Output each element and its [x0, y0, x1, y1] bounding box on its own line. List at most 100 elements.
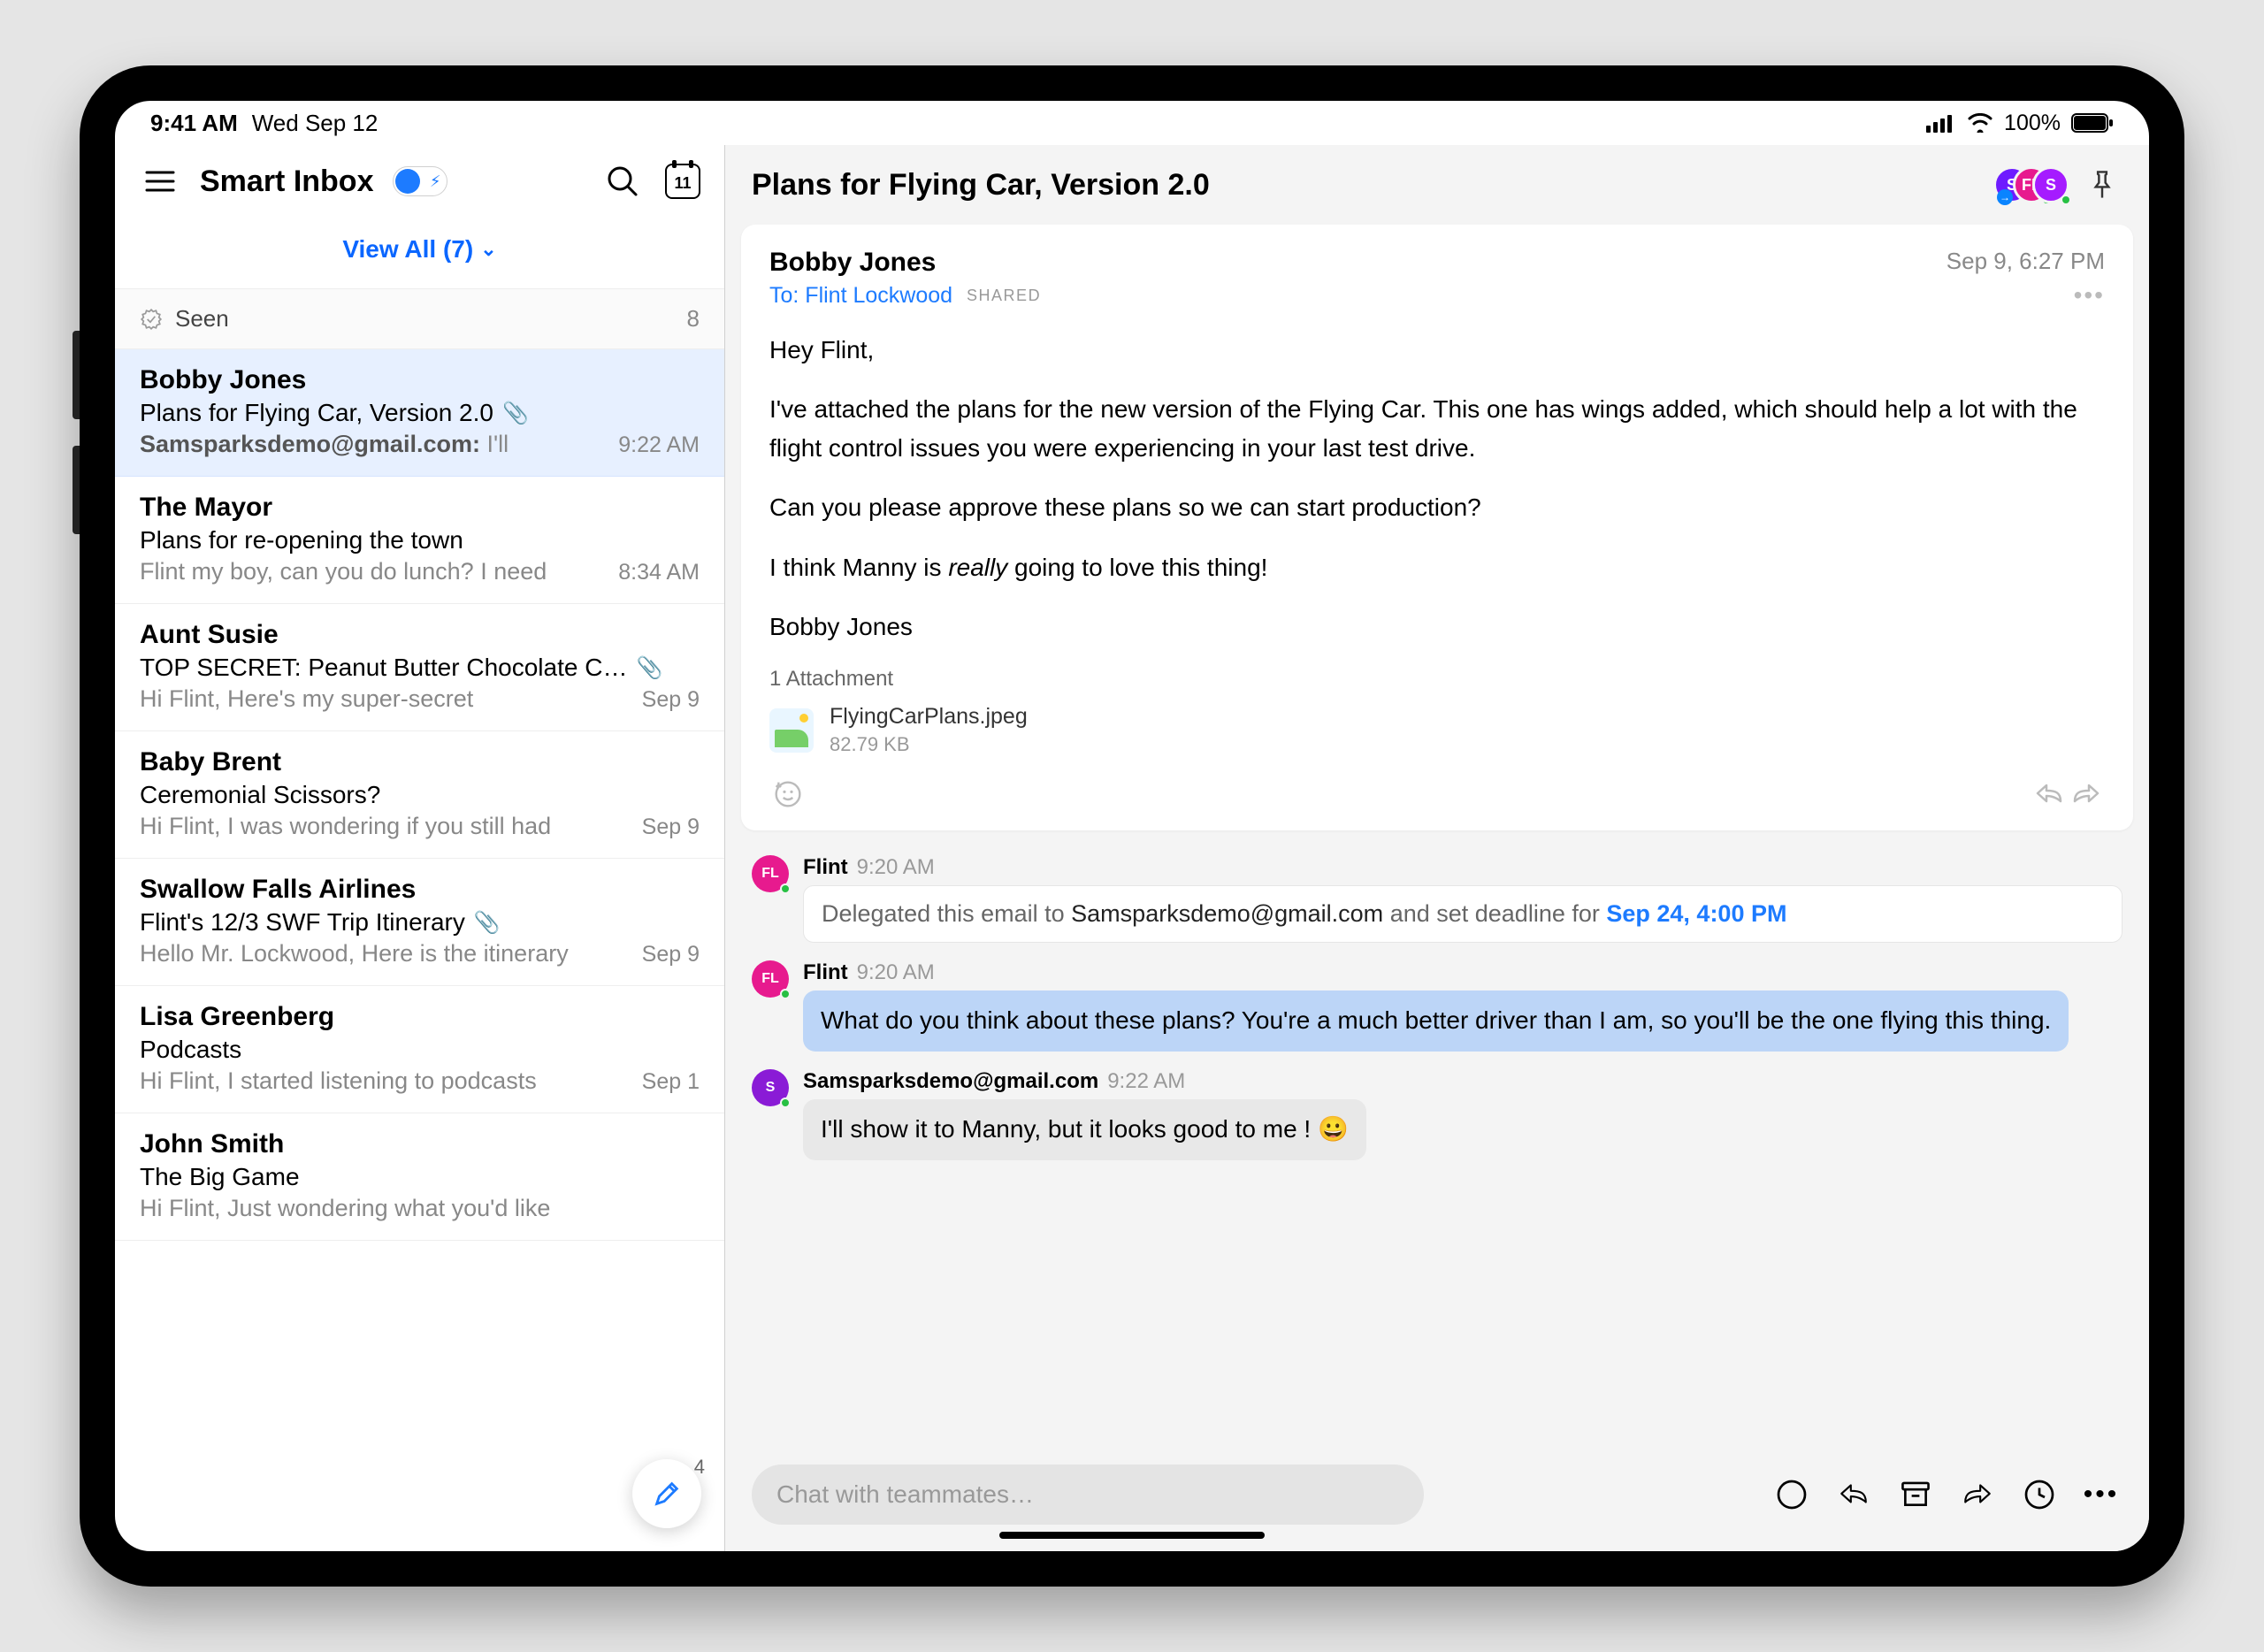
avatar: FL [752, 855, 789, 892]
presence-dot [780, 883, 791, 894]
email-preview: Flint my boy, can you do lunch? I need [140, 558, 604, 585]
chat-row: S Samsparksdemo@gmail.com 9:22 AM I'll show… [741, 1060, 2133, 1169]
compose-button[interactable]: 4 [632, 1459, 701, 1528]
status-bar: 9:41 AM Wed Sep 12 100% [115, 101, 2149, 145]
calendar-day: 11 [674, 174, 691, 193]
email-subject: Flint's 12/3 SWF Trip Itinerary📎 [140, 908, 700, 937]
sidebar: Smart Inbox ⚡︎ 11 [115, 145, 725, 1551]
archive-icon[interactable] [1894, 1473, 1937, 1516]
email-timestamp: Sep 9, 6:27 PM [1947, 248, 2105, 278]
wifi-icon [1967, 113, 1993, 133]
thread-view: Plans for Flying Car, Version 2.0 S→ FL … [725, 145, 2149, 1551]
attachment-item[interactable]: FlyingCarPlans.jpeg 82.79 KB [769, 704, 2105, 756]
attachment-name: FlyingCarPlans.jpeg [830, 704, 1028, 730]
email-preview: Hello Mr. Lockwood, Here is the itinerar… [140, 940, 628, 967]
email-time: Sep 9 [642, 942, 700, 967]
seen-badge-icon [140, 308, 163, 331]
home-indicator [999, 1532, 1265, 1539]
chat-placeholder: Chat with teammates… [776, 1480, 1034, 1508]
section-seen[interactable]: Seen 8 [115, 288, 724, 349]
email-to[interactable]: To: Flint Lockwood [769, 283, 952, 309]
view-all-link[interactable]: View All (7) ⌄ [342, 235, 496, 264]
attachment-icon: 📎 [474, 910, 501, 936]
email-list-item[interactable]: Lisa GreenbergPodcastsHi Flint, I starte… [115, 986, 724, 1113]
chat-bubble: I'll show it to Manny, but it looks good… [803, 1099, 1366, 1160]
calendar-icon[interactable]: 11 [662, 161, 703, 202]
email-list-item[interactable]: Baby Brent Ceremonial Scissors? Hi Flint, … [115, 731, 724, 859]
forward-icon[interactable] [1956, 1473, 1999, 1516]
email-sender: John Smith [140, 1129, 700, 1159]
email-time: 8:34 AM [618, 560, 700, 585]
email-sender: Bobby Jones [140, 365, 700, 395]
share-arrow-icon: → [1997, 189, 2013, 205]
image-file-icon [769, 708, 814, 753]
email-subject: Plans for Flying Car, Version 2.0📎 [140, 399, 700, 427]
avatar: FL [752, 960, 789, 998]
email-sender: Lisa Greenberg [140, 1002, 700, 1032]
attachment-icon: 📎 [636, 655, 662, 681]
email-time: Sep 9 [642, 687, 700, 713]
presence-dot [780, 1098, 791, 1108]
react-icon[interactable] [769, 776, 807, 813]
more-icon[interactable]: ••• [2080, 1473, 2122, 1516]
chat-row: FL Flint 9:20 AM Delegated this email to Sa… [741, 846, 2133, 952]
mark-read-icon[interactable] [1771, 1473, 1813, 1516]
thread-title: Plans for Flying Car, Version 2.0 [752, 168, 1999, 203]
email-list: Bobby Jones Plans for Flying Car, Version… [115, 349, 724, 1551]
battery-pct: 100% [2004, 111, 2061, 136]
chat-author: Flint [803, 960, 848, 984]
email-subject: TOP SECRET: Peanut Butter Chocolate C…📎 [140, 654, 700, 682]
email-list-item[interactable]: The MayorPlans for re-opening the townFl… [115, 477, 724, 604]
pin-icon[interactable] [2082, 164, 2122, 205]
email-list-item[interactable]: Swallow Falls Airlines Flint's 12/3 SWF T… [115, 859, 724, 986]
email-time: Sep 1 [642, 1069, 700, 1095]
thread-header: Plans for Flying Car, Version 2.0 S→ FL … [725, 145, 2149, 225]
shared-badge: SHARED [967, 287, 1041, 305]
email-sender: Swallow Falls Airlines [140, 875, 700, 905]
email-list-item[interactable]: John Smith The Big Game Hi Flint, Just won… [115, 1113, 724, 1241]
chat-time: 9:20 AM [857, 855, 935, 879]
avatar: S [752, 1069, 789, 1106]
compose-badge: 4 [694, 1456, 705, 1479]
presence-dot [780, 989, 791, 999]
attachment-count: 1 Attachment [769, 667, 2105, 692]
screen: 9:41 AM Wed Sep 12 100% [115, 101, 2149, 1551]
delegate-card: Delegated this email to Samsparksdemo@gm… [803, 885, 2122, 943]
email-subject: Ceremonial Scissors? [140, 781, 700, 809]
email-list-item[interactable]: Bobby Jones Plans for Flying Car, Version… [115, 349, 724, 477]
search-icon[interactable] [602, 161, 643, 202]
smart-toggle[interactable]: ⚡︎ [393, 166, 447, 196]
email-sender: The Mayor [140, 493, 700, 523]
chat-author: Samsparksdemo@gmail.com [803, 1069, 1098, 1093]
email-sender: Baby Brent [140, 747, 700, 777]
email-preview: Samsparksdemo@gmail.com: I'll [140, 431, 604, 458]
email-preview: Hi Flint, Here's my super-secret [140, 685, 628, 713]
more-icon[interactable]: ••• [2074, 281, 2105, 310]
email-time: Sep 9 [642, 815, 700, 840]
chat-input[interactable]: Chat with teammates… [752, 1465, 1424, 1525]
chat-bubble: What do you think about these plans? You… [803, 990, 2069, 1052]
reply-icon[interactable] [1832, 1473, 1875, 1516]
email-body: Hey Flint, I've attached the plans for t… [769, 331, 2105, 646]
inbox-title: Smart Inbox [200, 164, 373, 199]
email-preview: Hi Flint, I started listening to podcast… [140, 1067, 628, 1095]
attachment-size: 82.79 KB [830, 733, 1028, 756]
chevron-down-icon: ⌄ [480, 238, 496, 261]
email-preview: Hi Flint, Just wondering what you'd like [140, 1195, 685, 1222]
status-date: Wed Sep 12 [252, 110, 379, 137]
email-list-item[interactable]: Aunt SusieTOP SECRET: Peanut Butter Choc… [115, 604, 724, 731]
cellular-icon [1926, 113, 1956, 133]
email-subject: The Big Game [140, 1163, 700, 1191]
chat-time: 9:22 AM [1107, 1069, 1185, 1093]
chat-author: Flint [803, 855, 848, 879]
snooze-icon[interactable] [2018, 1473, 2061, 1516]
participant-avatars[interactable]: S→ FL S [2011, 166, 2069, 203]
attachment-icon: 📎 [502, 401, 529, 426]
section-count: 8 [687, 305, 700, 333]
compose-bar: Chat with teammates… ••• [725, 1447, 2149, 1551]
forward-icon[interactable] [2068, 776, 2105, 813]
email-preview: Hi Flint, I was wondering if you still h… [140, 813, 628, 840]
menu-icon[interactable] [140, 161, 180, 202]
chat-row: FLFlint9:20 AMWhat do you think about th… [741, 952, 2133, 1060]
reply-icon[interactable] [2031, 776, 2068, 813]
